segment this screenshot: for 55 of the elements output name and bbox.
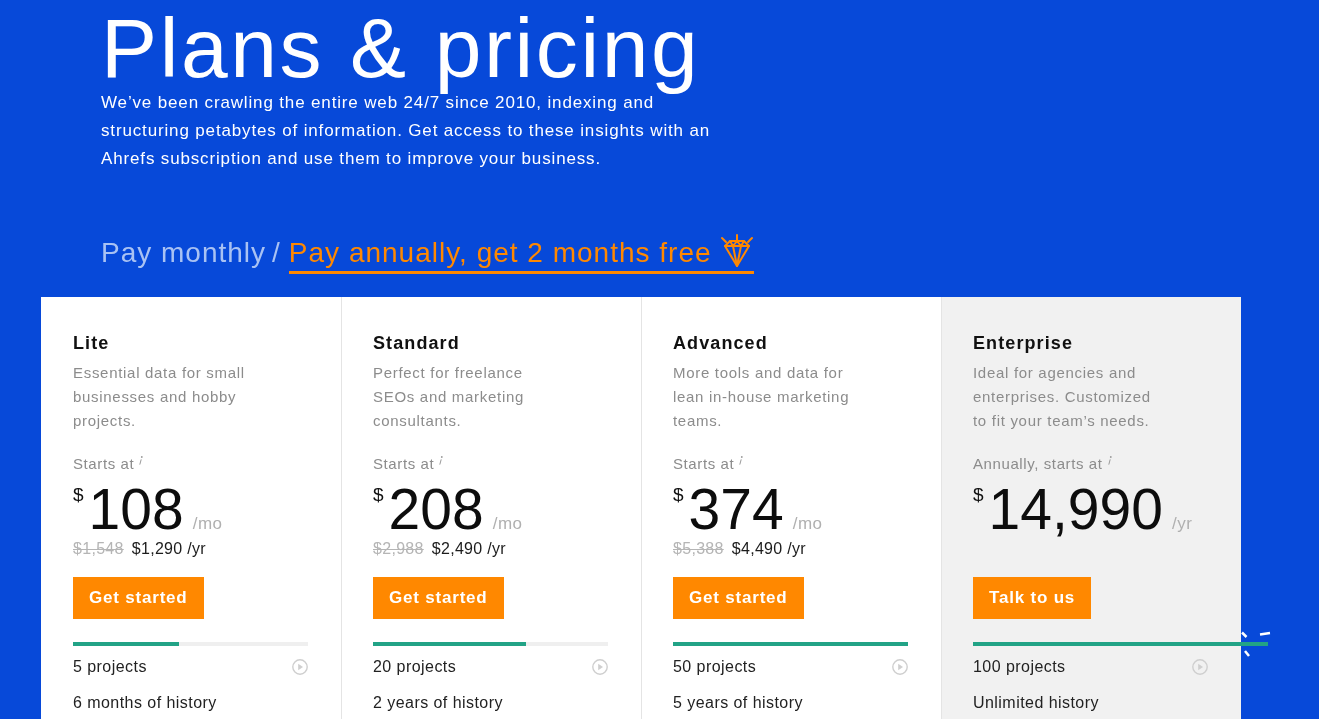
billing-option[interactable]: Pay annually, get 2 months free bbox=[288, 236, 754, 274]
currency-symbol: $ bbox=[73, 484, 84, 506]
play-icon[interactable] bbox=[592, 659, 608, 675]
plan-name: Standard bbox=[373, 332, 461, 355]
annual-price: $4,490 /yr bbox=[731, 539, 806, 559]
info-icon bbox=[438, 456, 444, 465]
plan-description: Perfect for freelance SEOs and marketing consultants. bbox=[373, 363, 525, 431]
currency-symbol: $ bbox=[673, 484, 684, 506]
feature-text: 20 projects bbox=[373, 657, 457, 677]
plan-name: Enterprise bbox=[973, 332, 1075, 355]
plan-description: More tools and data for lean in-house marketing teams. bbox=[673, 363, 851, 431]
currency-symbol: $ bbox=[373, 484, 384, 506]
plan-name: Advanced bbox=[673, 332, 769, 355]
feature-text: 5 projects bbox=[73, 657, 147, 677]
price-period: /mo bbox=[192, 514, 223, 534]
cta-button[interactable]: Talk to us bbox=[973, 577, 1092, 619]
feature-text: Unlimited history bbox=[973, 693, 1099, 713]
cta-button[interactable]: Get started bbox=[373, 577, 504, 619]
feature-text: 50 projects bbox=[673, 657, 757, 677]
price-period: /yr bbox=[1171, 514, 1193, 534]
old-price: $2,988 bbox=[373, 539, 424, 559]
price-amount: 208 bbox=[388, 480, 484, 538]
price-label: Starts at bbox=[73, 454, 135, 474]
price-label: Starts at bbox=[373, 454, 435, 474]
separator-text: / bbox=[272, 236, 281, 270]
annual-price: $1,290 /yr bbox=[131, 539, 206, 559]
old-price: $5,388 bbox=[673, 539, 724, 559]
plan-name: Lite bbox=[73, 332, 111, 355]
feature-text: 5 years of history bbox=[673, 693, 803, 713]
price-period: /mo bbox=[492, 514, 523, 534]
feature-text: 2 years of history bbox=[373, 693, 503, 713]
feature-text: 6 months of history bbox=[73, 693, 217, 713]
info-icon bbox=[1106, 456, 1112, 465]
play-icon[interactable] bbox=[292, 659, 308, 675]
plan-description: Essential data for small businesses and hobby projects. bbox=[73, 363, 246, 431]
price-period: /mo bbox=[792, 514, 823, 534]
info-icon bbox=[138, 456, 144, 465]
currency-symbol: $ bbox=[973, 484, 984, 506]
price-amount: 14,990 bbox=[988, 480, 1163, 538]
play-icon[interactable] bbox=[1192, 659, 1208, 675]
page-title: Plans & pricing bbox=[101, 0, 701, 96]
cta-button[interactable]: Get started bbox=[73, 577, 204, 619]
cta-button[interactable]: Get started bbox=[673, 577, 804, 619]
intro-paragraph: We’ve been crawling the entire web 24/7 since 2010, indexing and structuring petabytes of information. Get access to these insights with an Ahrefs subscription and use them to improve your business. bbox=[101, 93, 712, 170]
billing-option[interactable]: Pay monthly bbox=[101, 236, 267, 274]
price-label: Annually, starts at bbox=[973, 454, 1103, 474]
price-amount: 374 bbox=[688, 480, 784, 538]
plan-description: Ideal for agencies and enterprises. Customized to fit your team’s needs. bbox=[973, 363, 1152, 431]
feature-text: 100 projects bbox=[973, 657, 1066, 677]
annual-price: $2,490 /yr bbox=[431, 539, 506, 559]
price-amount: 108 bbox=[88, 480, 184, 538]
price-label: Starts at bbox=[673, 454, 735, 474]
info-icon bbox=[738, 456, 744, 465]
play-icon[interactable] bbox=[892, 659, 908, 675]
old-price: $1,548 bbox=[73, 539, 124, 559]
